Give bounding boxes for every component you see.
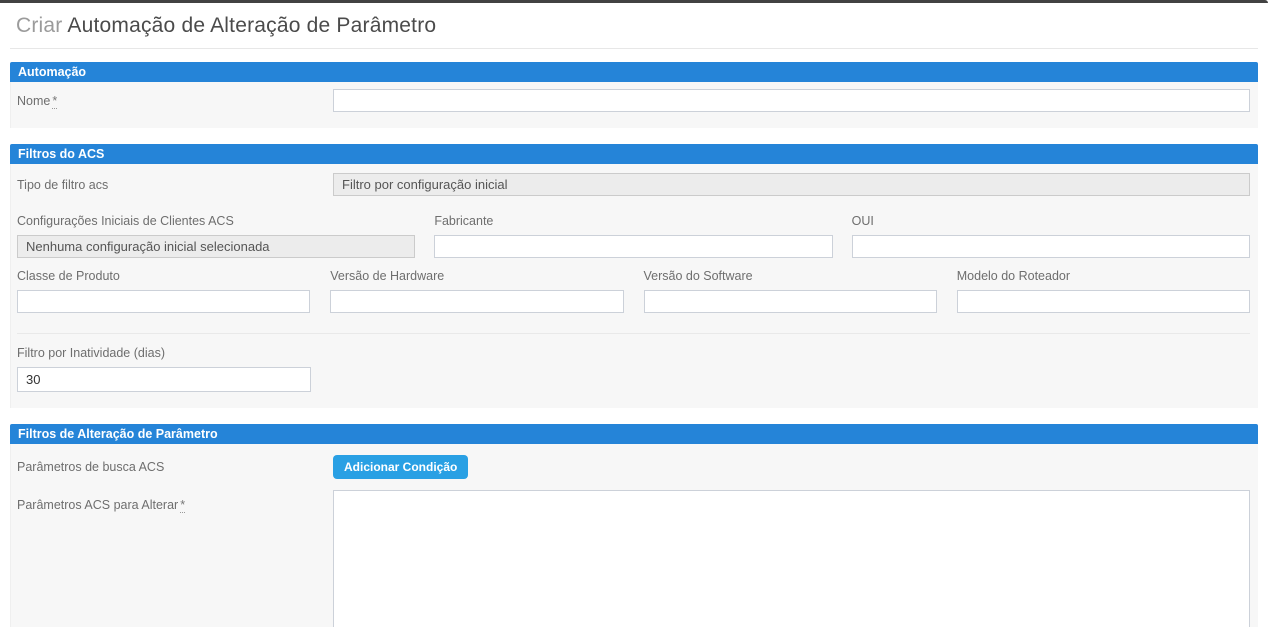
tipo-filtro-row: Tipo de filtro acs <box>17 173 1250 196</box>
modelo-roteador-label: Modelo do Roteador <box>957 269 1250 283</box>
config-iniciais-field: Configurações Iniciais de Clientes ACS <box>17 214 415 258</box>
classe-produto-field: Classe de Produto <box>17 269 310 313</box>
parametros-alterar-label: Parâmetros ACS para Alterar* <box>17 498 333 512</box>
fabricante-input[interactable] <box>434 235 832 258</box>
page-title-action: Criar <box>16 14 63 37</box>
parametros-alterar-row: Parâmetros ACS para Alterar* <box>17 490 1250 627</box>
inatividade-input[interactable] <box>17 367 311 392</box>
modelo-roteador-input[interactable] <box>957 290 1250 313</box>
row-divider <box>17 333 1250 334</box>
versao-software-input[interactable] <box>644 290 937 313</box>
classe-produto-input[interactable] <box>17 290 310 313</box>
nome-row: Nome* <box>17 89 1250 112</box>
tipo-filtro-input[interactable] <box>333 173 1250 196</box>
section-automacao-body: Nome* <box>10 82 1258 128</box>
section-filtros-acs: Filtros do ACS Tipo de filtro acs Config… <box>10 144 1258 408</box>
busca-acs-label: Parâmetros de busca ACS <box>17 460 333 474</box>
oui-input[interactable] <box>852 235 1250 258</box>
section-filtros-acs-body: Tipo de filtro acs Configurações Iniciai… <box>10 164 1258 408</box>
inatividade-label: Filtro por Inatividade (dias) <box>17 346 1250 360</box>
section-filtros-parametro-body: Parâmetros de busca ACS Adicionar Condiç… <box>10 444 1258 627</box>
versao-hardware-input[interactable] <box>330 290 623 313</box>
nome-input[interactable] <box>333 89 1250 112</box>
versao-hardware-field: Versão de Hardware <box>330 269 623 313</box>
busca-acs-row: Parâmetros de busca ACS Adicionar Condiç… <box>17 455 1250 479</box>
nome-required-mark: * <box>52 94 57 109</box>
parametros-alterar-required-mark: * <box>180 498 185 513</box>
versao-software-label: Versão do Software <box>644 269 937 283</box>
window-top-edge <box>0 0 1268 3</box>
inatividade-field: Filtro por Inatividade (dias) <box>17 346 1250 392</box>
parametros-alterar-label-text: Parâmetros ACS para Alterar <box>17 498 178 512</box>
page-title-main: Automação de Alteração de Parâmetro <box>67 14 436 37</box>
acs-filter-row-1: Configurações Iniciais de Clientes ACS F… <box>17 214 1250 258</box>
tipo-filtro-label: Tipo de filtro acs <box>17 178 333 192</box>
parametros-alterar-textarea[interactable] <box>333 490 1250 627</box>
oui-label: OUI <box>852 214 1250 228</box>
title-divider <box>10 48 1258 49</box>
section-automacao: Automação Nome* <box>10 62 1258 128</box>
classe-produto-label: Classe de Produto <box>17 269 310 283</box>
section-filtros-parametro-header: Filtros de Alteração de Parâmetro <box>10 424 1258 444</box>
versao-hardware-label: Versão de Hardware <box>330 269 623 283</box>
versao-software-field: Versão do Software <box>644 269 937 313</box>
section-filtros-parametro: Filtros de Alteração de Parâmetro Parâme… <box>10 424 1258 627</box>
fabricante-field: Fabricante <box>434 214 832 258</box>
nome-label: Nome* <box>17 94 333 108</box>
adicionar-condicao-button[interactable]: Adicionar Condição <box>333 455 468 479</box>
config-iniciais-label: Configurações Iniciais de Clientes ACS <box>17 214 415 228</box>
oui-field: OUI <box>852 214 1250 258</box>
nome-label-text: Nome <box>17 94 50 108</box>
page-title: Criar Automação de Alteração de Parâmetr… <box>16 14 1276 38</box>
acs-filter-row-2: Classe de Produto Versão de Hardware Ver… <box>17 269 1250 313</box>
modelo-roteador-field: Modelo do Roteador <box>957 269 1250 313</box>
section-automacao-header: Automação <box>10 62 1258 82</box>
fabricante-label: Fabricante <box>434 214 832 228</box>
config-iniciais-input[interactable] <box>17 235 415 258</box>
section-filtros-acs-header: Filtros do ACS <box>10 144 1258 164</box>
